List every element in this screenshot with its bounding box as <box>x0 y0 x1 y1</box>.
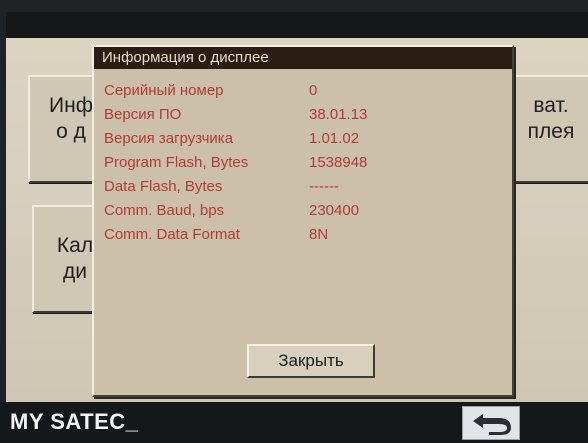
info-row-data-flash: Data Flash, Bytes ------ <box>104 176 504 198</box>
top-strip <box>6 12 588 38</box>
device-name-label: MY SATEC_ <box>10 409 139 434</box>
display-settings-menu-button[interactable]: ват. плея <box>502 75 588 183</box>
close-button[interactable]: Закрыть <box>247 344 375 378</box>
info-label: Версия ПО <box>104 106 182 123</box>
info-row-serial: Серийный номер 0 <box>104 80 504 102</box>
back-button[interactable] <box>462 406 520 440</box>
info-label: Comm. Baud, bps <box>104 202 225 219</box>
display-info-dialog: Информация о дисплее Серийный номер 0 Ве… <box>92 45 514 397</box>
info-label: Data Flash, Bytes <box>104 178 223 195</box>
info-value: 0 <box>309 82 318 99</box>
info-label: Comm. Data Format <box>104 226 240 243</box>
info-value: 1538948 <box>309 154 368 171</box>
info-value: 8N <box>309 226 329 243</box>
info-row-comm-baud: Comm. Baud, bps 230400 <box>104 200 504 222</box>
display-settings-menu-line2: плея <box>527 120 575 143</box>
info-row-program-flash: Program Flash, Bytes 1538948 <box>104 152 504 174</box>
info-row-comm-format: Comm. Data Format 8N <box>104 224 504 246</box>
info-value: 230400 <box>309 202 360 219</box>
info-value: 1.01.02 <box>309 130 360 147</box>
display-settings-menu-line1: ват. <box>533 94 569 117</box>
info-value: ------ <box>309 178 339 195</box>
info-row-firmware: Версия ПО 38.01.13 <box>104 104 504 126</box>
display-screen: Инф о д Кал ди ват. плея Информация о ди… <box>6 12 588 402</box>
info-label: Серийный номер <box>104 82 224 99</box>
dialog-title: Информация о дисплее <box>94 47 512 69</box>
status-bar: MY SATEC_ <box>0 402 588 443</box>
info-label: Program Flash, Bytes <box>104 154 249 171</box>
info-row-bootloader: Версия загрузчика 1.01.02 <box>104 128 504 150</box>
info-value: 38.01.13 <box>309 106 368 123</box>
info-label: Версия загрузчика <box>104 130 234 147</box>
device-bezel <box>0 0 588 12</box>
